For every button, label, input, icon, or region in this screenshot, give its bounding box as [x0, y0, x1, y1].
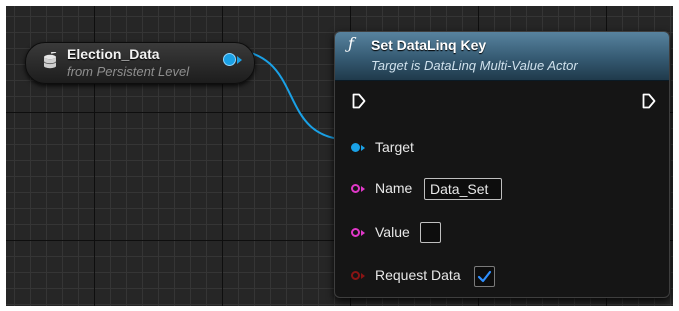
- request-data-pin-label: Request Data: [375, 267, 461, 283]
- variable-getter-node[interactable]: Election_Data from Persistent Level: [25, 42, 255, 84]
- blueprint-graph-canvas[interactable]: Election_Data from Persistent Level ƒ Se…: [6, 6, 673, 306]
- request-data-checkbox[interactable]: [474, 266, 495, 287]
- target-pin-arrow: [361, 145, 365, 151]
- name-pin-row: Name Data_Set: [335, 178, 635, 202]
- variable-title: Election_Data: [67, 46, 160, 62]
- variable-subtitle: from Persistent Level: [67, 64, 190, 79]
- request-data-pin-row: Request Data: [335, 265, 635, 289]
- request-data-pin-arrow: [361, 273, 365, 279]
- value-checkbox[interactable]: [420, 222, 441, 243]
- exec-in-pin[interactable]: [352, 93, 366, 109]
- target-pin-label: Target: [375, 139, 414, 155]
- checkmark-icon: [477, 270, 492, 283]
- name-pin-label: Name: [375, 180, 413, 196]
- value-pin[interactable]: [351, 228, 360, 237]
- name-pin-arrow: [361, 186, 365, 192]
- target-pin-row: Target: [335, 137, 635, 161]
- name-input[interactable]: Data_Set: [424, 178, 502, 200]
- output-pin-arrow: [237, 56, 242, 64]
- function-node-header[interactable]: ƒ Set DataLinq Key Target is DataLinq Mu…: [335, 32, 669, 81]
- value-pin-row: Value: [335, 222, 635, 246]
- output-pin[interactable]: [223, 53, 236, 66]
- target-pin[interactable]: [351, 143, 360, 152]
- function-title: Set DataLinq Key: [371, 37, 487, 53]
- exec-out-pin[interactable]: [642, 93, 656, 109]
- value-pin-arrow: [361, 230, 365, 236]
- function-subtitle: Target is DataLinq Multi-Value Actor: [371, 58, 578, 73]
- function-icon: ƒ: [348, 34, 354, 53]
- request-data-pin[interactable]: [351, 271, 360, 280]
- database-icon: [42, 51, 58, 77]
- value-pin-label: Value: [375, 224, 410, 240]
- function-node[interactable]: ƒ Set DataLinq Key Target is DataLinq Mu…: [334, 31, 670, 298]
- name-pin[interactable]: [351, 184, 360, 193]
